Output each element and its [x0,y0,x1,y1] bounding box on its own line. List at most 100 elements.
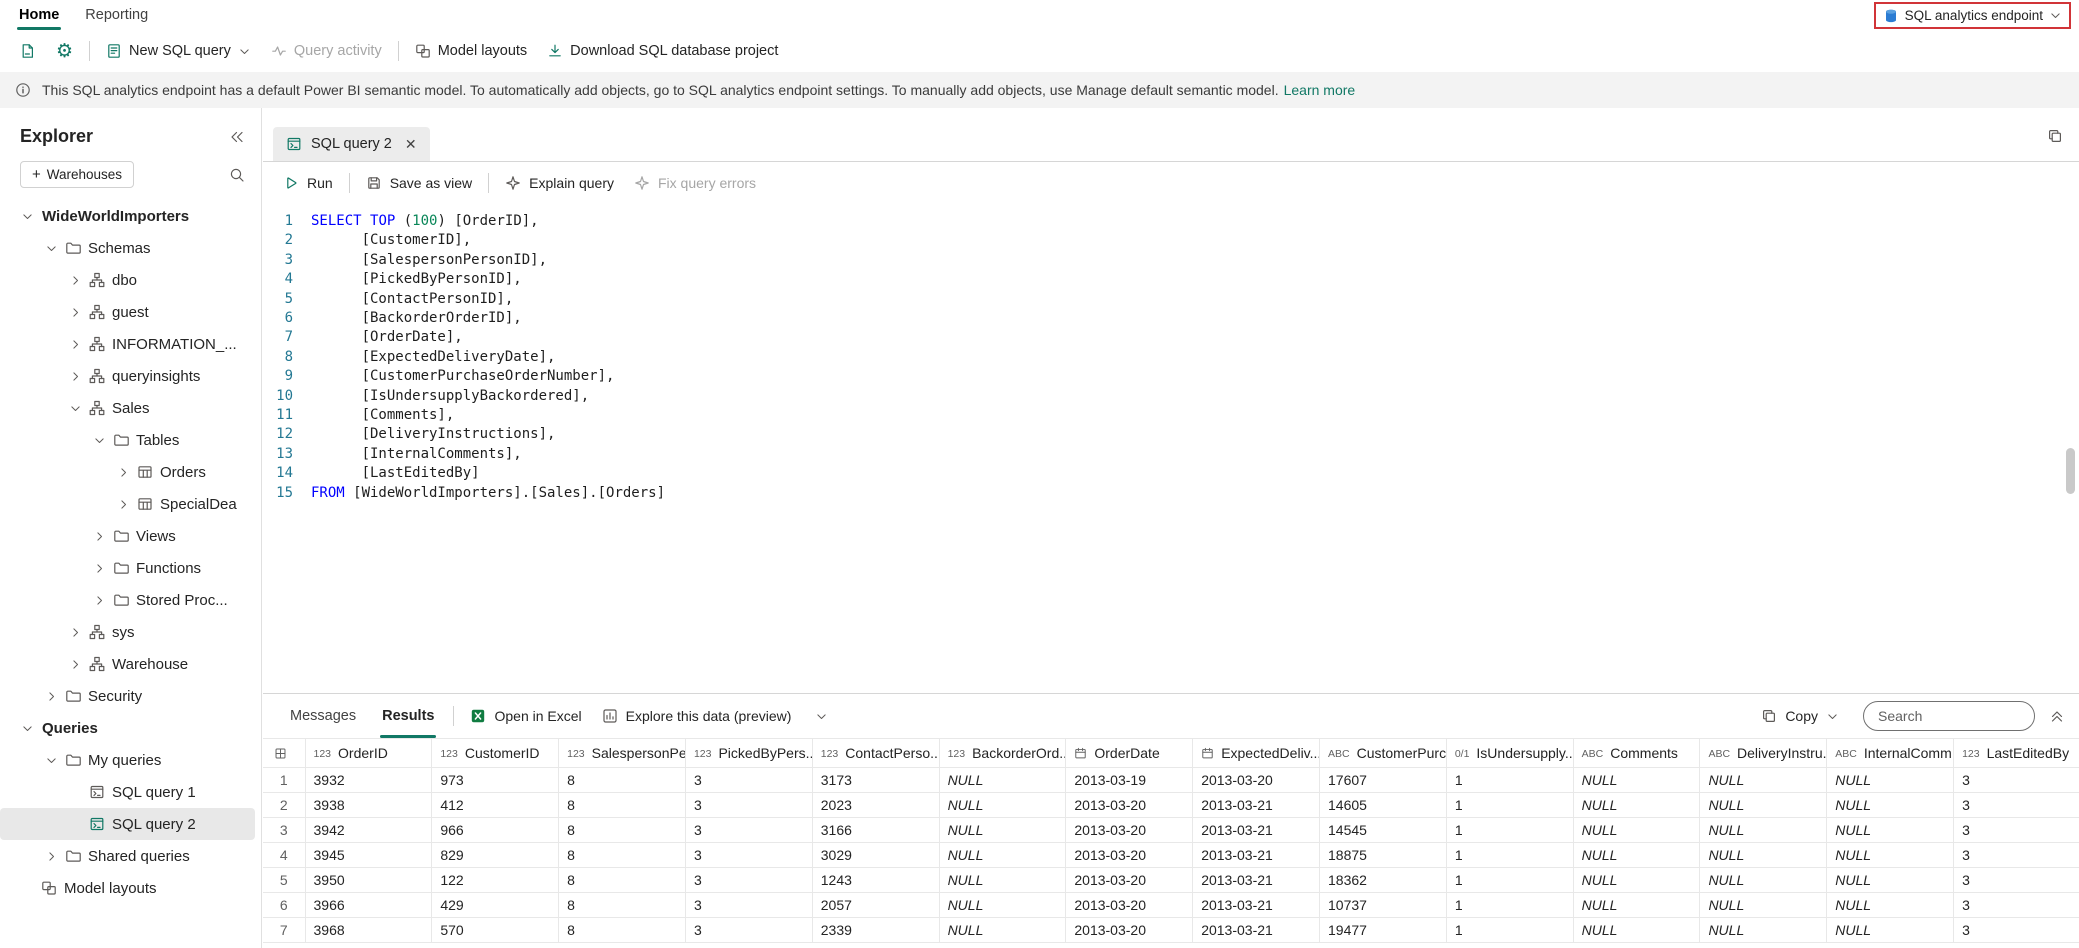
editor-tab-sql-query-2[interactable]: SQL query 2 ✕ [273,127,430,161]
code-line[interactable]: [IsUndersupplyBackordered], [311,387,2079,406]
explain-query-button[interactable]: Explain query [495,168,624,198]
tree-item-sql-query-2[interactable]: SQL query 2 [0,808,255,840]
endpoint-switcher[interactable]: SQL analytics endpoint [1873,2,2071,29]
chevron-down-icon[interactable] [64,402,86,415]
search-icon[interactable] [229,167,245,183]
query-activity-button[interactable]: Query activity [261,36,392,66]
chevron-right-icon[interactable] [64,658,86,671]
code-line[interactable]: SELECT TOP (100) [OrderID], [311,212,2079,231]
tree-item-views[interactable]: Views [0,520,255,552]
code-line[interactable]: FROM [WideWorldImporters].[Sales].[Order… [311,484,2079,503]
sql-editor[interactable]: 1 2 3 4 5 6 7 8 9 10 11 12 13 14 15 SELECT TOP (100) [… [263,204,2079,693]
table-row[interactable]: 5 3950 122 8 3 1243 NULL 2013-03-20 2013-03-21 18… [263,867,2079,893]
code-line[interactable]: [DeliveryInstructions], [311,425,2079,444]
chevron-right-icon[interactable] [64,338,86,351]
tree-item-orders[interactable]: Orders [0,456,255,488]
tree-item-information[interactable]: INFORMATION_... [0,328,255,360]
chevron-down-icon[interactable] [16,722,38,735]
tree-item-queryinsights[interactable]: queryinsights [0,360,255,392]
code-line[interactable]: [PickedByPersonID], [311,270,2079,289]
fix-query-errors-button[interactable]: Fix query errors [624,168,766,198]
code-line[interactable]: [SalespersonPersonID], [311,251,2079,270]
column-header-deliveryinstru[interactable]: ABC DeliveryInstru... [1699,738,1828,768]
tree-item-queries[interactable]: Queries [0,712,255,744]
tree-item-functions[interactable]: Functions [0,552,255,584]
column-header-expecteddeliv[interactable]: ExpectedDeliv... [1192,738,1320,768]
chevron-right-icon[interactable] [64,306,86,319]
table-row[interactable]: 1 3932 973 8 3 3173 NULL 2013-03-19 2013-03-20 17… [263,767,2079,793]
settings-button[interactable]: ⚙ [46,35,83,68]
chevron-right-icon[interactable] [64,626,86,639]
column-header-contactperso[interactable]: 123 ContactPerso... [812,738,940,768]
column-header-isundersupply[interactable]: 0/1 IsUndersupply... [1446,738,1574,768]
code-line[interactable]: [Comments], [311,406,2079,425]
code-line[interactable]: [OrderDate], [311,328,2079,347]
warehouses-button[interactable]: + Warehouses [20,161,135,188]
code-line[interactable]: [LastEditedBy] [311,464,2079,483]
learn-more-link[interactable]: Learn more [1284,82,1356,98]
model-layouts-button[interactable]: Model layouts [405,36,537,66]
chevron-right-icon[interactable] [40,850,62,863]
tree-item-schemas[interactable]: Schemas [0,232,255,264]
search-input[interactable] [1876,707,2022,725]
tree-item-guest[interactable]: guest [0,296,255,328]
chevron-right-icon[interactable] [88,594,110,607]
chevron-right-icon[interactable] [88,530,110,543]
chevron-down-icon[interactable] [815,710,828,723]
explore-data-button[interactable]: Explore this data (preview) [592,701,839,731]
table-row[interactable]: 6 3966 429 8 3 2057 NULL 2013-03-20 2013-03-21 10… [263,892,2079,918]
chevron-down-icon[interactable] [40,754,62,767]
download-project-button[interactable]: Download SQL database project [537,36,788,66]
tree-item-tables[interactable]: Tables [0,424,255,456]
tree-item-stored-proc[interactable]: Stored Proc... [0,584,255,616]
tree-item-sys[interactable]: sys [0,616,255,648]
code-line[interactable]: [CustomerID], [311,231,2079,250]
chevron-right-icon[interactable] [112,466,134,479]
copy-icon[interactable] [2047,128,2063,144]
code-area[interactable]: SELECT TOP (100) [OrderID], [CustomerID]… [303,204,2079,693]
column-header-customerpurc[interactable]: ABC CustomerPurc... [1319,738,1447,768]
chevron-right-icon[interactable] [88,562,110,575]
table-row[interactable]: 7 3968 570 8 3 2339 NULL 2013-03-20 2013-03-21 19… [263,917,2079,943]
tree-item-sql-query-1[interactable]: SQL query 1 [0,776,255,808]
chevron-down-icon[interactable] [88,434,110,447]
tree-item-security[interactable]: Security [0,680,255,712]
tree-item-warehouse[interactable]: Warehouse [0,648,255,680]
ribbon-tab-reporting[interactable]: Reporting [72,0,161,30]
code-line[interactable]: [BackorderOrderID], [311,309,2079,328]
expand-panel-icon[interactable] [2049,708,2065,724]
code-line[interactable]: [ExpectedDeliveryDate], [311,348,2079,367]
open-in-excel-button[interactable]: Open in Excel [460,701,591,731]
tab-messages[interactable]: Messages [277,694,369,738]
close-tab-icon[interactable]: ✕ [405,136,417,153]
column-header-internalcomm[interactable]: ABC InternalComm... [1826,738,1955,768]
column-header-customerid[interactable]: 123 CustomerID [431,738,560,768]
save-as-view-button[interactable]: Save as view [356,168,482,198]
copy-results-button[interactable]: Copy [1751,701,1849,731]
chevron-down-icon[interactable] [16,210,38,223]
chevron-down-icon[interactable] [40,242,62,255]
chevron-right-icon[interactable] [112,498,134,511]
column-header-pickedbypers[interactable]: 123 PickedByPers... [685,738,813,768]
table-row[interactable]: 3 3942 966 8 3 3166 NULL 2013-03-20 2013-03-21 14… [263,817,2079,843]
tree-item-model-layouts[interactable]: Model layouts [0,872,255,904]
column-header-backorderord[interactable]: 123 BackorderOrd... [939,738,1067,768]
chevron-right-icon[interactable] [64,370,86,383]
table-row[interactable]: 2 3938 412 8 3 2023 NULL 2013-03-20 2013-03-21 14… [263,792,2079,818]
new-sql-query-button[interactable]: New SQL query [96,36,261,66]
table-row[interactable]: 4 3945 829 8 3 3029 NULL 2013-03-20 2013-03-21 18… [263,842,2079,868]
column-header-lasteditedby[interactable]: 123 LastEditedBy [1953,738,2079,768]
tree-item-shared-queries[interactable]: Shared queries [0,840,255,872]
tree-item-wideworldimporters[interactable]: WideWorldImporters [0,200,255,232]
tree-item-specialdea[interactable]: SpecialDea [0,488,255,520]
tree-item-my-queries[interactable]: My queries [0,744,255,776]
chevron-right-icon[interactable] [64,274,86,287]
new-item-button[interactable] [10,36,46,66]
column-header-orderid[interactable]: 123 OrderID [305,738,433,768]
tree-item-dbo[interactable]: dbo [0,264,255,296]
code-line[interactable]: [CustomerPurchaseOrderNumber], [311,367,2079,386]
code-line[interactable]: [InternalComments], [311,445,2079,464]
collapse-sidebar-icon[interactable] [229,129,245,145]
column-header-salespersonpe[interactable]: 123 SalespersonPe... [558,738,686,768]
editor-scrollbar-thumb[interactable] [2066,448,2075,494]
